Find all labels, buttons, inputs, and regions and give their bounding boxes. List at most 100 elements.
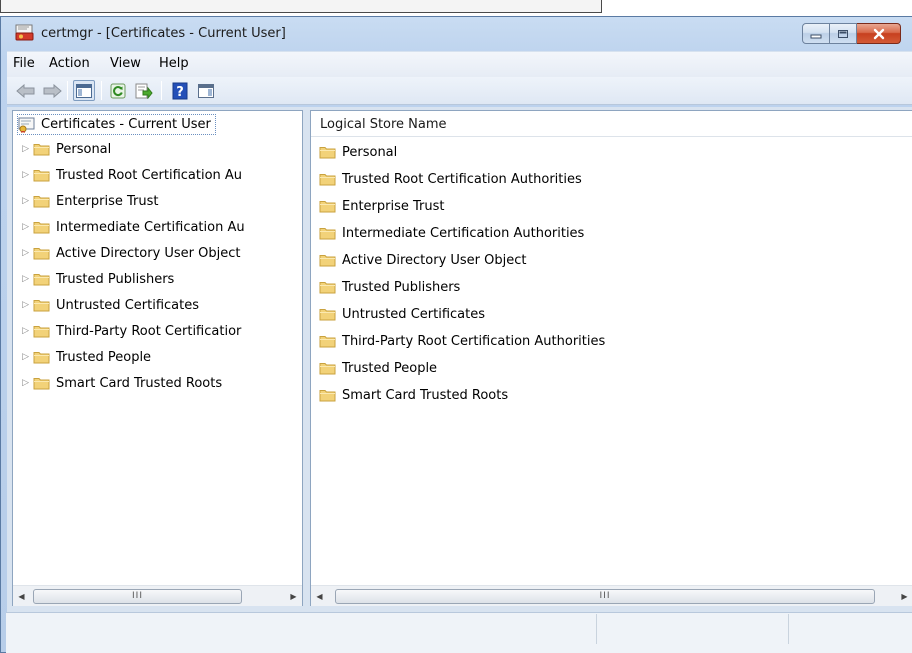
scroll-right-arrow[interactable]: ▶ — [896, 588, 912, 605]
forward-icon — [43, 83, 62, 98]
toolbar-separator — [161, 81, 162, 100]
refresh-icon — [110, 83, 126, 98]
maximize-icon — [838, 29, 848, 38]
expand-arrow-icon[interactable]: ▷ — [13, 170, 33, 180]
show-hide-console-tree-button[interactable] — [73, 80, 95, 101]
list-item[interactable]: Enterprise Trust — [319, 195, 445, 217]
list-item[interactable]: Trusted Root Certification Authorities — [319, 168, 582, 190]
expand-arrow-icon[interactable]: ▷ — [13, 248, 33, 258]
export-list-icon — [135, 83, 153, 99]
scroll-thumb[interactable]: III — [33, 588, 242, 604]
tree-item-label: Third-Party Root Certificatior — [56, 323, 242, 339]
tree-item[interactable]: ▷ Personal — [13, 138, 300, 160]
scroll-left-arrow[interactable]: ◀ — [13, 588, 30, 605]
tree-item[interactable]: ▷ Active Directory User Object — [13, 242, 300, 264]
close-button[interactable] — [857, 23, 901, 44]
minimize-button[interactable] — [802, 23, 830, 44]
folder-icon — [33, 300, 50, 312]
svg-text:?: ? — [176, 85, 184, 100]
toolbar: ? — [7, 77, 912, 105]
menu-action[interactable]: Action — [49, 56, 90, 71]
folder-icon — [319, 201, 336, 213]
tree-item[interactable]: ▷ Trusted Publishers — [13, 268, 300, 290]
list-item[interactable]: Third-Party Root Certification Authoriti… — [319, 330, 605, 352]
tree-item-label: Active Directory User Object — [56, 245, 241, 261]
list-item-label: Untrusted Certificates — [342, 306, 485, 322]
tree-item[interactable]: ▷ Trusted Root Certification Au — [13, 164, 300, 186]
list-item[interactable]: Trusted Publishers — [319, 276, 460, 298]
folder-icon — [319, 390, 336, 402]
tree-horizontal-scrollbar[interactable]: ◀ III ▶ — [13, 585, 302, 606]
back-button[interactable] — [15, 80, 37, 101]
title-bar[interactable]: certmgr - [Certificates - Current User] — [1, 17, 912, 51]
list-item-label: Third-Party Root Certification Authoriti… — [342, 333, 606, 349]
caption-buttons — [802, 23, 901, 44]
help-button[interactable]: ? — [169, 80, 191, 101]
export-list-button[interactable] — [133, 80, 155, 101]
expand-arrow-icon[interactable]: ▷ — [13, 378, 33, 388]
forward-button[interactable] — [41, 80, 63, 101]
folder-icon — [33, 378, 50, 390]
expand-arrow-icon[interactable]: ▷ — [13, 144, 33, 154]
menu-bar: File Action View Help — [7, 51, 912, 77]
list-item[interactable]: Active Directory User Object — [319, 249, 527, 271]
list-item[interactable]: Untrusted Certificates — [319, 303, 485, 325]
expand-arrow-icon[interactable]: ▷ — [13, 326, 33, 336]
folder-icon — [33, 248, 50, 260]
folder-icon — [33, 170, 50, 182]
expand-arrow-icon[interactable]: ▷ — [13, 196, 33, 206]
list-item-label: Personal — [342, 144, 398, 160]
list-item[interactable]: Trusted People — [319, 357, 437, 379]
tree-item[interactable]: ▷ Smart Card Trusted Roots — [13, 372, 300, 394]
list-item[interactable]: Smart Card Trusted Roots — [319, 384, 508, 406]
refresh-button[interactable] — [107, 80, 129, 101]
expand-arrow-icon[interactable]: ▷ — [13, 274, 33, 284]
list-item[interactable]: Intermediate Certification Authorities — [319, 222, 584, 244]
menu-help[interactable]: Help — [159, 56, 189, 71]
list-item-label: Trusted Root Certification Authorities — [342, 171, 582, 187]
folder-icon — [33, 352, 50, 364]
tree-item[interactable]: ▷ Trusted People — [13, 346, 300, 368]
scroll-right-arrow[interactable]: ▶ — [285, 588, 302, 605]
tree-item[interactable]: ▷ Untrusted Certificates — [13, 294, 300, 316]
maximize-button[interactable] — [830, 23, 857, 44]
tree-item[interactable]: ▷ Enterprise Trust — [13, 190, 300, 212]
list-item-label: Intermediate Certification Authorities — [342, 225, 585, 241]
folder-icon — [319, 174, 336, 186]
column-header-logical-store-name[interactable]: Logical Store Name — [311, 111, 912, 137]
folder-icon — [33, 222, 50, 234]
list-horizontal-scrollbar[interactable]: ◀ III ▶ — [311, 585, 912, 606]
folder-icon — [319, 309, 336, 321]
show-action-pane-button[interactable] — [195, 80, 217, 101]
toolbar-separator — [101, 81, 102, 100]
folder-icon — [319, 255, 336, 267]
list-item[interactable]: Personal — [319, 141, 397, 163]
tree-item[interactable]: ▷ Third-Party Root Certificatior — [13, 320, 300, 342]
tree-item-label: Intermediate Certification Au — [56, 219, 245, 235]
expand-arrow-icon[interactable]: ▷ — [13, 300, 33, 310]
expand-arrow-icon[interactable]: ▷ — [13, 352, 33, 362]
menu-file[interactable]: File — [13, 56, 35, 71]
show-hide-console-tree-icon — [76, 83, 92, 98]
result-list-pane[interactable]: Logical Store Name Personal Trusted Root … — [310, 110, 912, 606]
background-window-bar — [0, 0, 602, 13]
folder-icon — [319, 147, 336, 159]
back-icon — [16, 83, 35, 98]
tree-item-label: Enterprise Trust — [56, 193, 159, 209]
list-item-label: Trusted Publishers — [342, 279, 461, 295]
console-tree-pane[interactable]: Certificates - Current User ▷ Personal ▷ Tr… — [12, 110, 303, 606]
show-action-pane-icon — [198, 83, 214, 98]
list-item-label: Trusted People — [342, 360, 438, 376]
tree-root-certificates-current-user[interactable]: Certificates - Current User — [17, 114, 216, 135]
scroll-thumb[interactable]: III — [335, 588, 875, 604]
expand-arrow-icon[interactable]: ▷ — [13, 222, 33, 232]
folder-icon — [33, 326, 50, 338]
folder-icon — [33, 144, 50, 156]
scroll-left-arrow[interactable]: ◀ — [311, 588, 328, 605]
folder-icon — [319, 228, 336, 240]
folder-icon — [319, 336, 336, 348]
menu-view[interactable]: View — [110, 56, 141, 71]
status-segment — [788, 614, 912, 644]
tree-item[interactable]: ▷ Intermediate Certification Au — [13, 216, 300, 238]
minimize-icon — [810, 34, 822, 38]
